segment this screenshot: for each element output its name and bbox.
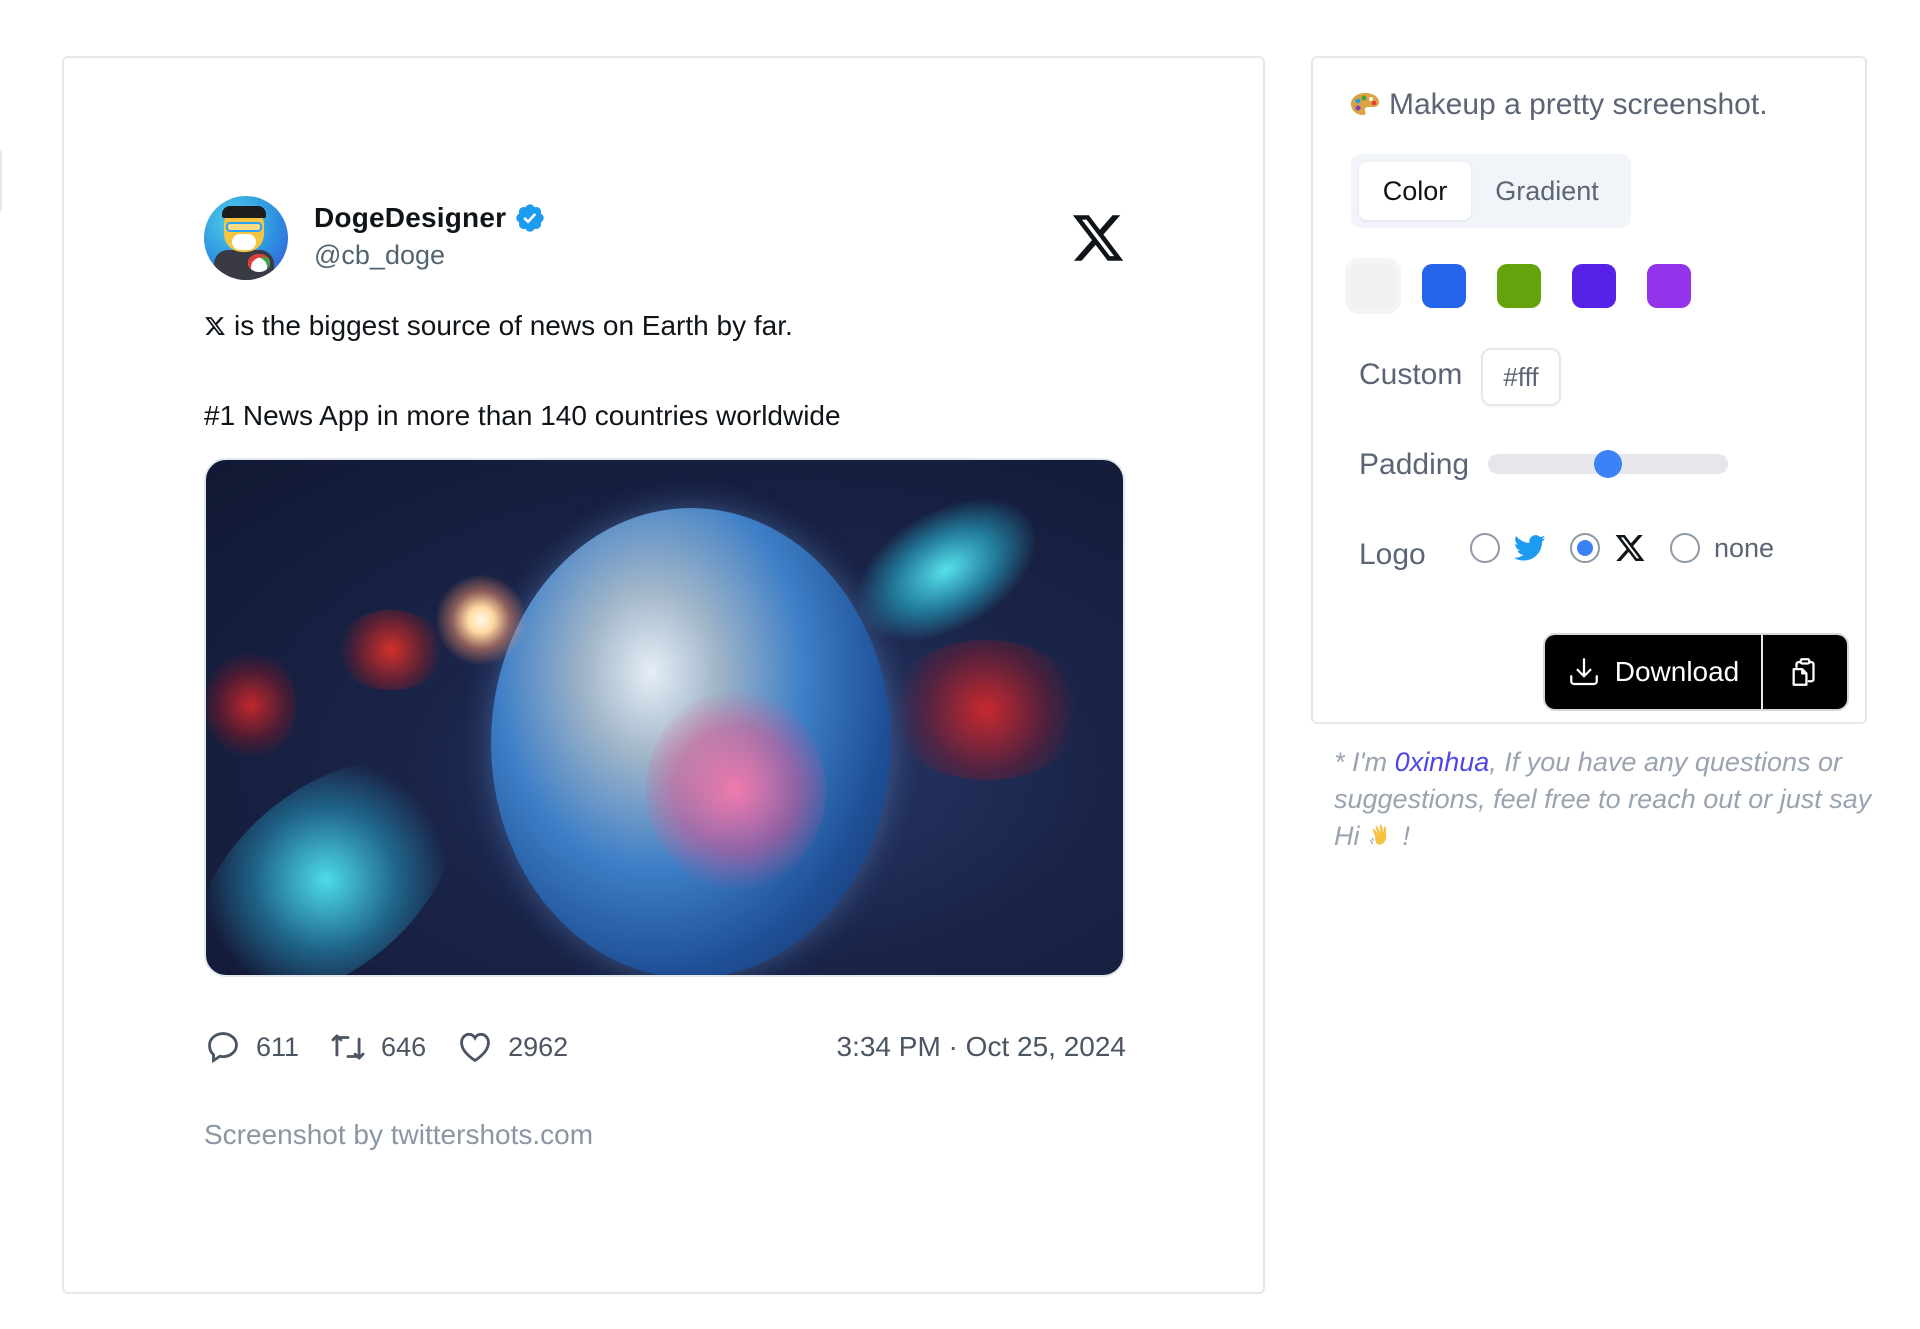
tweet-text-line-2: #1 News App in more than 140 countries w… xyxy=(204,400,841,431)
note-suffix: ! xyxy=(1395,821,1411,851)
x-logo-icon xyxy=(1615,535,1645,561)
heart-icon xyxy=(460,1032,490,1063)
download-button[interactable]: Download xyxy=(1545,635,1763,709)
logo-label: Logo xyxy=(1359,538,1426,571)
custom-color-label: Custom xyxy=(1359,358,1463,391)
swatch-indigo[interactable] xyxy=(1572,264,1616,308)
avatar xyxy=(204,196,288,280)
verified-badge-icon xyxy=(516,204,544,232)
display-name: DogeDesigner xyxy=(314,202,507,233)
reply-stat: 611 xyxy=(204,1028,299,1066)
logo-radio-x[interactable] xyxy=(1570,533,1600,563)
reply-icon xyxy=(208,1032,238,1064)
handle: @cb_doge xyxy=(314,240,446,270)
tweet-footer: 611 646 2962 3:34 PM · Oct 25, 2024 xyxy=(204,1027,1126,1067)
padding-label: Padding xyxy=(1359,448,1470,481)
swatch-blue[interactable] xyxy=(1422,264,1466,308)
waving-hand-icon xyxy=(1369,824,1387,845)
logo-none-label: none xyxy=(1714,532,1775,563)
padding-slider[interactable] xyxy=(1488,450,1728,478)
tab-color[interactable]: Color xyxy=(1359,162,1471,220)
background-type-tabs: Color Gradient xyxy=(1351,154,1631,228)
retweet-stat: 646 xyxy=(329,1028,426,1066)
tweet-header: DogeDesigner @cb_doge xyxy=(204,196,1126,282)
swatch-light-gray[interactable] xyxy=(1345,258,1401,314)
retweet-count: 646 xyxy=(381,1031,427,1062)
note-prefix: * I'm xyxy=(1334,747,1395,777)
x-logo-icon xyxy=(205,317,225,335)
tweet-text-line-1: is the biggest source of news on Earth b… xyxy=(204,308,1126,344)
twitter-bird-icon xyxy=(1514,535,1546,561)
download-label: Download xyxy=(1614,656,1740,687)
offscreen-panel-edge xyxy=(0,150,2,212)
panel-title: Makeup a pretty screenshot. xyxy=(1349,88,1768,122)
author-link[interactable]: 0xinhua xyxy=(1395,747,1490,777)
custom-color-input[interactable] xyxy=(1481,348,1561,406)
like-count: 2962 xyxy=(508,1031,569,1062)
artist-palette-icon xyxy=(1351,93,1379,115)
settings-panel: Makeup a pretty screenshot. Color Gradie… xyxy=(1311,56,1867,724)
tab-gradient[interactable]: Gradient xyxy=(1471,162,1623,220)
padding-slider-thumb[interactable] xyxy=(1594,450,1622,478)
tweet-text-line-1-content: is the biggest source of news on Earth b… xyxy=(234,310,793,341)
clipboard-copy-icon xyxy=(1792,658,1815,686)
copy-to-clipboard-button[interactable] xyxy=(1763,635,1847,709)
logo-radio-twitter[interactable] xyxy=(1470,533,1500,563)
logo-radio-none[interactable] xyxy=(1670,533,1700,563)
retweet-icon xyxy=(331,1034,365,1060)
tweet-card: DogeDesigner @cb_doge is the biggest sou… xyxy=(204,196,1126,1151)
x-logo-icon xyxy=(1072,215,1124,261)
logo-options: none xyxy=(1470,532,1774,564)
screenshot-preview: DogeDesigner @cb_doge is the biggest sou… xyxy=(62,56,1265,1294)
download-icon xyxy=(1569,658,1598,686)
tweet-timestamp: 3:34 PM · Oct 25, 2024 xyxy=(836,1031,1127,1062)
export-button-group: Download xyxy=(1545,635,1847,709)
like-stat: 2962 xyxy=(456,1028,568,1066)
author-note: * I'm 0xinhua, If you have any questions… xyxy=(1334,744,1874,855)
reply-count: 611 xyxy=(256,1031,300,1062)
swatch-purple[interactable] xyxy=(1647,264,1691,308)
color-swatches xyxy=(1345,258,1722,314)
panel-title-text: Makeup a pretty screenshot. xyxy=(1389,88,1768,121)
tweet-text: is the biggest source of news on Earth b… xyxy=(204,308,1126,434)
tweet-media-image xyxy=(204,458,1125,977)
swatch-green[interactable] xyxy=(1497,264,1541,308)
user-info: DogeDesigner @cb_doge xyxy=(314,202,546,271)
screenshot-credit: Screenshot by twittershots.com xyxy=(204,1119,594,1150)
